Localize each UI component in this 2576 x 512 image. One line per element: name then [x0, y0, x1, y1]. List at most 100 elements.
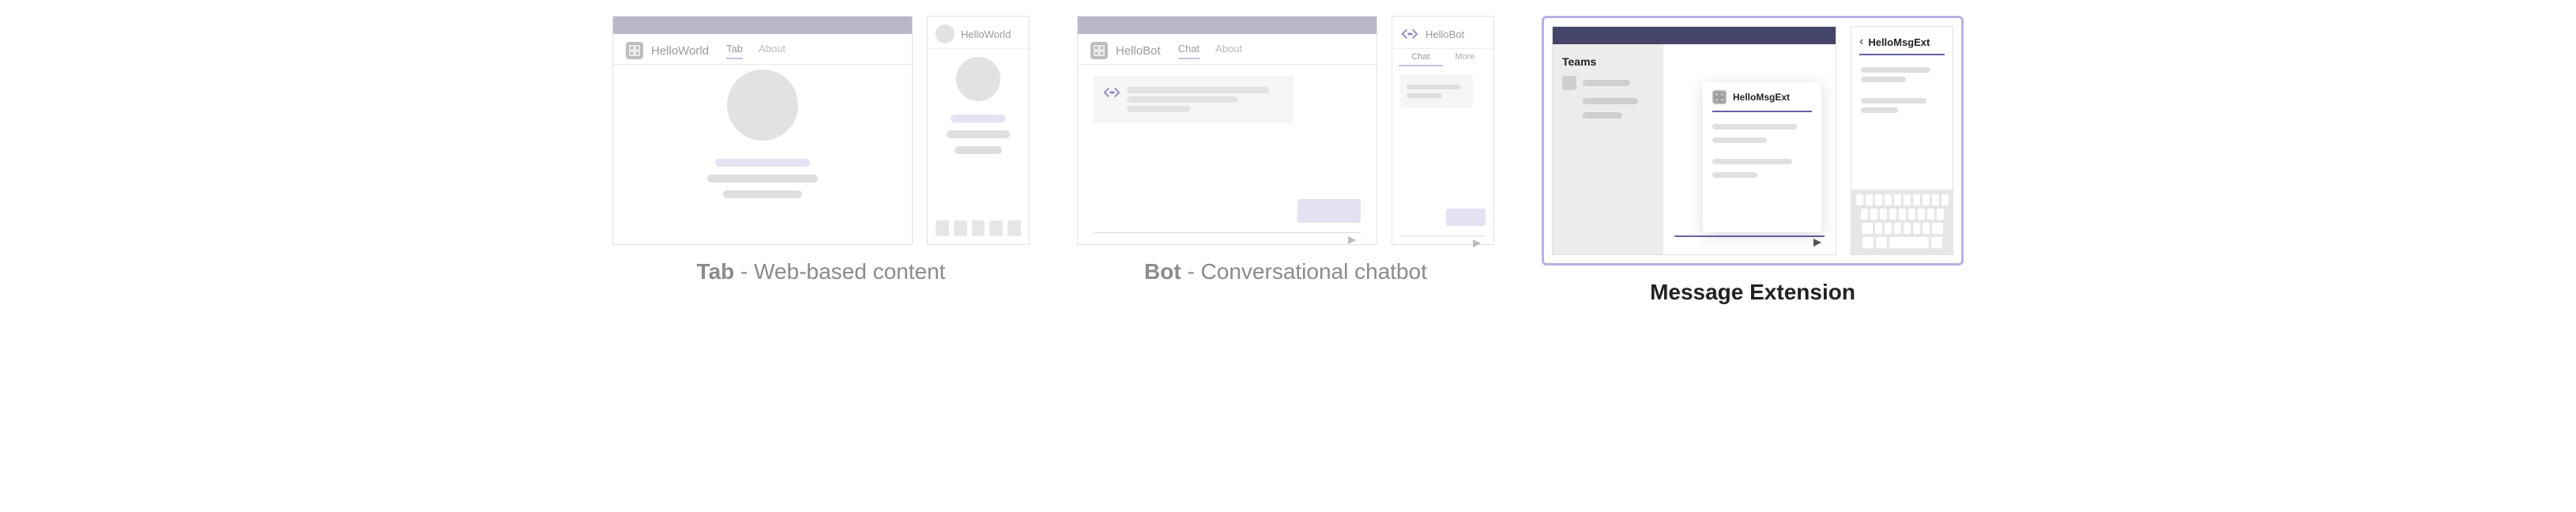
msgext-panel-row: Teams HelloMsgExt [1552, 26, 1953, 255]
avatar-placeholder [727, 70, 798, 141]
window-titlebar [613, 17, 912, 34]
msgext-body: Teams HelloMsgExt [1553, 44, 1836, 254]
window-titlebar [1553, 27, 1836, 44]
sidebar-item-label [1583, 112, 1622, 119]
mobile-header: HelloBot [1392, 17, 1493, 49]
sidebar-item[interactable] [1562, 76, 1654, 90]
app-icon [1090, 42, 1108, 59]
mobile-tab-chat[interactable]: Chat [1399, 52, 1443, 66]
msgext-caption: Message Extension [1650, 280, 1855, 305]
placeholder-line [1127, 87, 1269, 93]
tab-panel-row: HelloWorld Tab About HelloWorld [612, 16, 1030, 245]
caption-bold: Message Extension [1650, 280, 1855, 304]
back-icon[interactable]: ‹ [1859, 35, 1863, 49]
mobile-header: ‹ HelloMsgExt [1851, 27, 1953, 54]
tab-strip: Chat About [1178, 43, 1242, 59]
sidebar-item-label [1583, 98, 1638, 104]
tab-panel-group: HelloWorld Tab About HelloWorld [612, 16, 1030, 284]
placeholder-line [951, 115, 1006, 122]
msgext-popup[interactable]: HelloMsgExt [1703, 82, 1821, 232]
popup-search-underline [1712, 111, 1812, 112]
tab-about[interactable]: About [759, 43, 785, 59]
bot-panel-row: HelloBot Chat About [1077, 16, 1494, 245]
result-line[interactable] [1712, 137, 1767, 143]
window-titlebar [1078, 17, 1377, 34]
compose-box[interactable] [1094, 232, 1361, 233]
nav-item-placeholder[interactable] [954, 220, 967, 236]
caption-rest: - Web-based content [734, 259, 945, 284]
nav-item-placeholder[interactable] [972, 220, 985, 236]
caption-rest: - Conversational chatbot [1181, 259, 1427, 284]
sidebar-item-label [1583, 80, 1630, 86]
app-name: HelloWorld [651, 44, 709, 58]
user-reply-bubble [1297, 199, 1361, 223]
mobile-title: HelloWorld [961, 28, 1011, 40]
placeholder-line [1127, 106, 1190, 112]
tab-content-area [613, 65, 912, 244]
avatar-placeholder [956, 57, 1000, 101]
placeholder-line [723, 190, 802, 198]
caption-bold: Tab [697, 259, 735, 284]
result-line[interactable] [1861, 67, 1930, 73]
mobile-title: HelloBot [1425, 28, 1464, 40]
result-line[interactable] [1712, 159, 1792, 164]
tab-mobile-frame: HelloWorld [927, 16, 1030, 245]
mobile-tab-more[interactable]: More [1443, 52, 1487, 66]
compose-box[interactable] [1674, 235, 1825, 247]
placeholder-line [955, 146, 1002, 154]
chat-area [1078, 65, 1377, 244]
placeholder-line [715, 159, 810, 167]
tab-caption: Tab - Web-based content [697, 259, 946, 284]
sidebar-title: Teams [1562, 55, 1654, 68]
app-header: HelloBot Chat About [1078, 34, 1377, 65]
popup-title: HelloMsgExt [1733, 92, 1790, 103]
code-icon [1103, 84, 1120, 101]
message-body [1127, 84, 1285, 115]
highlight-border: Teams HelloMsgExt [1542, 16, 1964, 265]
bot-mobile-frame: HelloBot Chat More [1392, 16, 1494, 245]
msgext-desktop-frame: Teams HelloMsgExt [1552, 26, 1836, 255]
search-underline [1859, 54, 1945, 55]
popup-header: HelloMsgExt [1712, 90, 1812, 104]
nav-item-placeholder[interactable] [989, 220, 1003, 236]
sidebar-item[interactable] [1562, 112, 1654, 119]
mobile-body [928, 49, 1029, 244]
result-line[interactable] [1861, 98, 1926, 104]
user-reply-bubble [1446, 209, 1486, 226]
app-header: HelloWorld Tab About [613, 34, 912, 65]
bot-desktop-frame: HelloBot Chat About [1077, 16, 1377, 245]
msgext-panel-group: Teams HelloMsgExt [1542, 16, 1964, 305]
app-icon [626, 42, 643, 59]
result-line[interactable] [1861, 107, 1898, 113]
mobile-title: HelloMsgExt [1868, 36, 1930, 48]
tab-tab[interactable]: Tab [726, 43, 743, 59]
sidebar-item-icon [1562, 76, 1576, 90]
nav-item-placeholder[interactable] [1007, 220, 1021, 236]
placeholder-line [1407, 85, 1460, 89]
bot-message [1094, 76, 1294, 123]
compose-box[interactable] [1400, 235, 1486, 236]
placeholder-line [1407, 93, 1442, 98]
tab-strip: Tab About [726, 43, 785, 59]
teams-sidebar: Teams [1553, 44, 1663, 254]
nav-item-placeholder[interactable] [936, 220, 949, 236]
app-icon [1712, 90, 1727, 104]
sidebar-item[interactable] [1562, 98, 1654, 104]
msgext-mobile-frame: ‹ HelloMsgExt [1851, 26, 1953, 255]
soft-keyboard[interactable] [1851, 190, 1953, 254]
result-line[interactable] [1712, 172, 1757, 178]
mobile-tab-strip: Chat More [1392, 49, 1493, 66]
result-line[interactable] [1712, 124, 1797, 130]
result-line[interactable] [1861, 77, 1906, 82]
bot-message [1400, 74, 1473, 108]
tab-about[interactable]: About [1215, 43, 1242, 59]
bot-caption: Bot - Conversational chatbot [1144, 259, 1427, 284]
tab-chat[interactable]: Chat [1178, 43, 1199, 59]
placeholder-line [707, 175, 818, 183]
app-name: HelloBot [1116, 44, 1161, 58]
placeholder-line [1127, 96, 1237, 103]
mobile-nav-placeholder [936, 220, 1021, 236]
caption-bold: Bot [1144, 259, 1181, 284]
bot-panel-group: HelloBot Chat About [1077, 16, 1494, 284]
code-icon [1400, 24, 1419, 43]
